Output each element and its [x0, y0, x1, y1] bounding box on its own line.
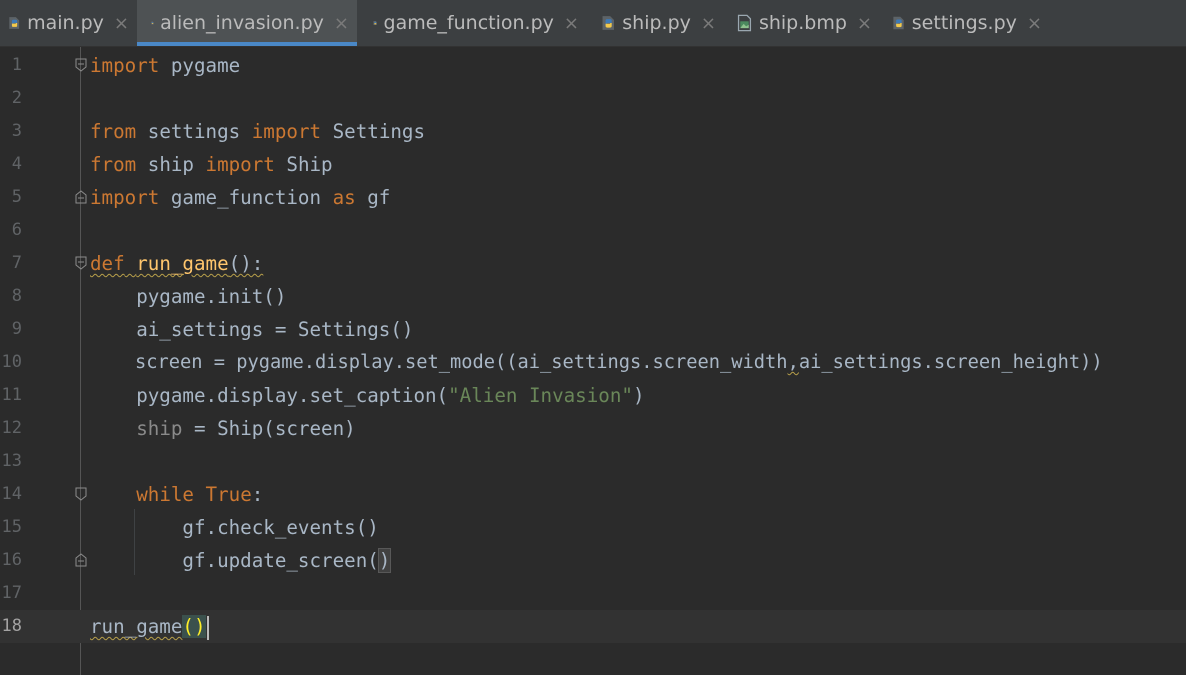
code-line[interactable]: 10 screen = pygame.display.set_mode((ai_… — [0, 346, 1186, 379]
line-number: 4 — [11, 154, 22, 174]
tab-game-function-py[interactable]: game_function.py × — [357, 0, 587, 46]
code-line-current[interactable]: 18 run_game() — [0, 610, 1186, 643]
code-text: pygame.init() — [90, 285, 287, 308]
line-number: 18 — [1, 616, 22, 636]
code-line[interactable]: 16 gf.update_screen() — [0, 544, 1186, 577]
code-line[interactable]: 3 from settings import Settings — [0, 115, 1186, 148]
fold-icon[interactable] — [74, 256, 88, 270]
code-text: import pygame — [90, 54, 241, 77]
code-text: ship = Ship(screen) — [136, 417, 356, 440]
line-number: 14 — [1, 484, 22, 504]
python-file-icon — [373, 20, 377, 26]
code-text: gf.check_events() — [90, 516, 379, 539]
tab-alien-invasion-py[interactable]: alien_invasion.py × — [137, 0, 357, 46]
fold-icon[interactable] — [74, 58, 88, 72]
code-text: from ship import Ship — [90, 153, 333, 176]
code-line[interactable]: 17 — [0, 577, 1186, 610]
close-icon[interactable]: × — [701, 13, 716, 34]
line-number: 17 — [1, 583, 22, 603]
tab-label: ship.bmp — [758, 12, 847, 34]
fold-end-icon[interactable] — [74, 553, 88, 567]
line-number: 10 — [1, 352, 22, 372]
tab-ship-bmp[interactable]: ship.bmp × — [724, 0, 880, 46]
close-icon[interactable]: × — [334, 13, 349, 34]
code-text: from settings import Settings — [90, 120, 426, 143]
image-file-icon — [737, 14, 752, 32]
line-number: 3 — [11, 121, 22, 141]
line-number: 5 — [11, 187, 22, 207]
python-file-icon — [151, 21, 154, 25]
line-number: 6 — [11, 220, 22, 240]
code-text: gf.update_screen() — [90, 548, 392, 573]
tab-label: ship.py — [622, 12, 691, 34]
tab-label: game_function.py — [383, 12, 554, 34]
line-number: 12 — [1, 418, 22, 438]
line-number: 7 — [11, 253, 22, 273]
text-caret — [206, 615, 209, 640]
tab-main-py[interactable]: main.py × — [0, 0, 137, 46]
close-icon[interactable]: × — [1027, 13, 1042, 34]
python-file-icon — [9, 17, 20, 29]
line-number: 9 — [11, 319, 22, 339]
line-number: 13 — [1, 451, 22, 471]
code-line[interactable]: 7 def run_game(): — [0, 247, 1186, 280]
close-icon[interactable]: × — [564, 13, 579, 34]
code-line[interactable]: 6 — [0, 214, 1186, 247]
code-text: while True: — [136, 483, 264, 506]
fold-icon[interactable] — [74, 487, 88, 501]
line-number: 1 — [11, 55, 22, 75]
python-file-icon — [602, 16, 614, 30]
fold-end-icon[interactable] — [74, 190, 88, 204]
code-line[interactable]: 14 while True: — [0, 478, 1186, 511]
tab-label: alien_invasion.py — [160, 12, 324, 34]
tab-label: main.py — [27, 12, 104, 34]
close-icon[interactable]: × — [857, 13, 872, 34]
line-number: 16 — [1, 550, 22, 570]
line-number: 2 — [11, 88, 22, 108]
code-line[interactable]: 2 — [0, 82, 1186, 115]
code-line[interactable]: 1 import pygame — [0, 49, 1186, 82]
code-line[interactable]: 15 gf.check_events() — [0, 511, 1186, 544]
code-line[interactable]: 9 ai_settings = Settings() — [0, 313, 1186, 346]
code-editor[interactable]: 1 import pygame 2 3 from settings import… — [0, 47, 1186, 675]
code-line[interactable]: 5 import game_function as gf — [0, 181, 1186, 214]
tab-label: settings.py — [911, 12, 1017, 34]
line-number: 11 — [1, 385, 22, 405]
tab-ship-py[interactable]: ship.py × — [587, 0, 724, 46]
code-text: pygame.display.set_caption("Alien Invasi… — [90, 384, 645, 407]
close-icon[interactable]: × — [114, 13, 129, 34]
code-text: def run_game(): — [90, 252, 264, 275]
code-line[interactable]: 4 from ship import Ship — [0, 148, 1186, 181]
editor-tab-bar: main.py × alien_invasion.py × game_funct… — [0, 0, 1186, 47]
code-text: import game_function as gf — [90, 186, 391, 209]
line-number: 15 — [1, 517, 22, 537]
code-line[interactable]: 13 — [0, 445, 1186, 478]
code-line[interactable]: 8 pygame.init() — [0, 280, 1186, 313]
code-line[interactable]: 11 pygame.display.set_caption("Alien Inv… — [0, 379, 1186, 412]
line-number: 8 — [11, 286, 22, 306]
code-line[interactable]: 12 ship = Ship(screen) — [0, 412, 1186, 445]
code-text: screen = pygame.display.set_mode((ai_set… — [90, 352, 1103, 373]
code-text: ai_settings = Settings() — [90, 318, 414, 341]
code-text: run_game() — [90, 610, 209, 643]
tab-settings-py[interactable]: settings.py × — [880, 0, 1050, 46]
python-file-icon — [893, 16, 904, 30]
